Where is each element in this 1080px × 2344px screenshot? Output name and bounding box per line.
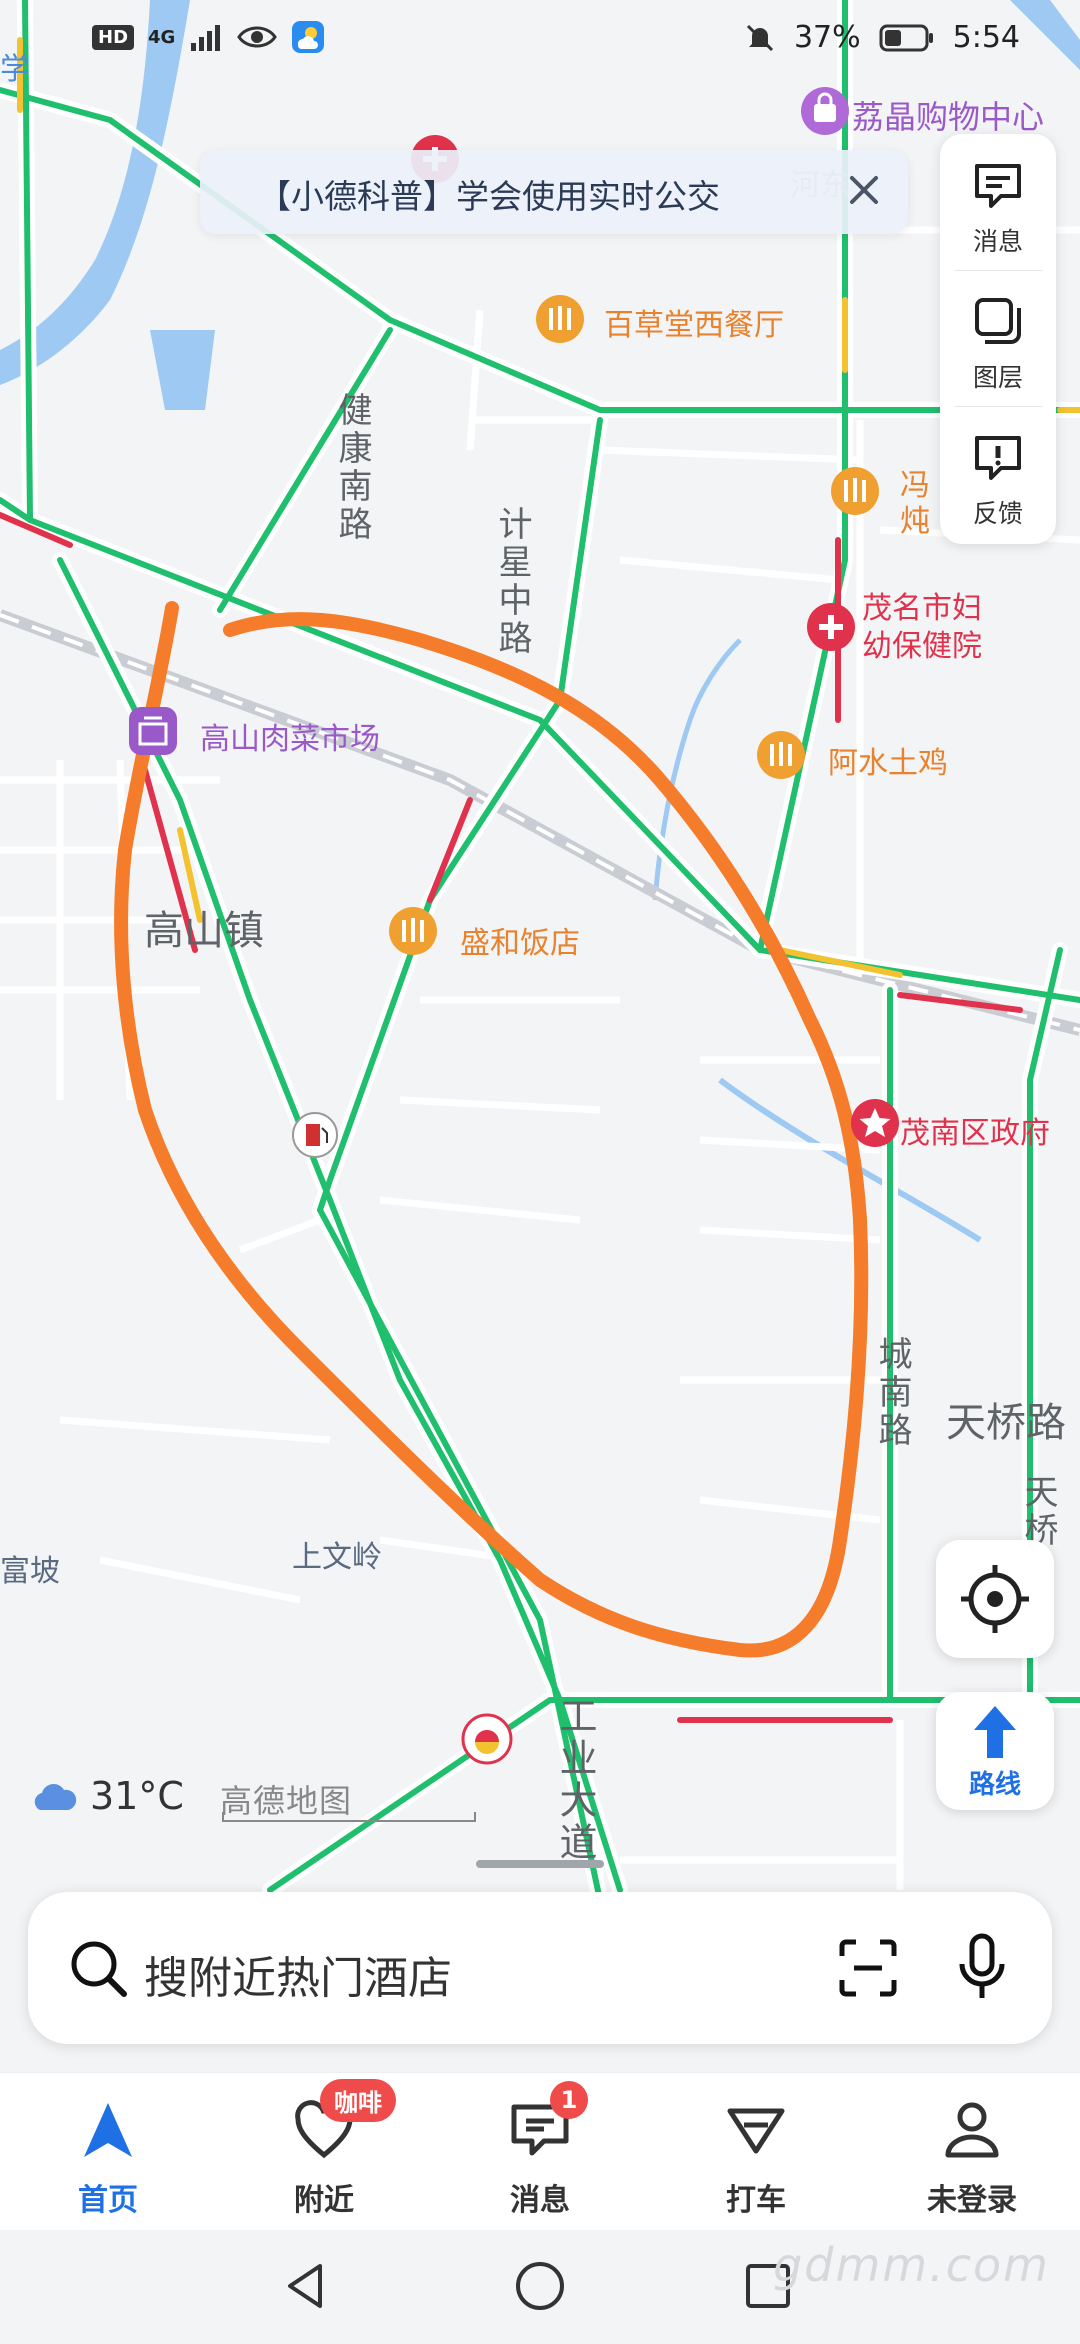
- weather-widget[interactable]: 31°C: [30, 1774, 184, 1818]
- feedback-tool-button[interactable]: 反馈: [940, 406, 1056, 536]
- restaurant-icon[interactable]: [533, 292, 587, 346]
- scale-bar: [222, 1812, 476, 1822]
- cloud-icon: [34, 1784, 77, 1810]
- messages-tool-label: 消息: [972, 227, 1023, 256]
- place-label-shangwenling: 上文岭: [292, 1540, 382, 1575]
- tab-home-label: 首页: [78, 2183, 138, 2218]
- hand-drawn-annotation: [114, 601, 869, 1658]
- crosshair-icon: [961, 1565, 1029, 1633]
- tab-nearby[interactable]: 咖啡 附近: [216, 2073, 432, 2231]
- home-navigation-icon: [84, 2103, 132, 2157]
- route-button[interactable]: 路线: [936, 1692, 1054, 1810]
- road-label-tianqiao: 天桥路: [946, 1400, 1066, 1446]
- mute-bell-icon: [746, 24, 773, 51]
- poi-label-stew-partial-2[interactable]: 炖: [900, 496, 930, 540]
- message-icon: [975, 164, 1021, 208]
- messages-badge: 1: [550, 2081, 588, 2119]
- weather-app-icon: [292, 21, 325, 53]
- restaurant-icon[interactable]: [754, 728, 808, 782]
- tab-profile[interactable]: 未登录: [864, 2073, 1080, 2231]
- nearby-badge: 咖啡: [320, 2079, 396, 2122]
- shopping-bag-icon[interactable]: [798, 84, 852, 138]
- layers-tool-label: 图层: [972, 363, 1023, 392]
- poi-label-mall[interactable]: 荔晶购物中心: [852, 92, 1044, 138]
- tab-nearby-label: 附近: [294, 2183, 354, 2218]
- tab-messages[interactable]: 1 消息: [432, 2073, 648, 2231]
- poi-label-chicken[interactable]: 阿水土鸡: [828, 738, 948, 782]
- tab-profile-label: 未登录: [927, 2183, 1017, 2218]
- restaurant-icon[interactable]: [828, 464, 882, 518]
- petrochina-icon[interactable]: [460, 1712, 514, 1766]
- search-icon: [71, 1941, 127, 1997]
- hospital-icon[interactable]: [804, 600, 858, 654]
- restaurant-icon[interactable]: [386, 904, 440, 958]
- notice-text[interactable]: 【小德科普】学会使用实时公交: [258, 170, 720, 218]
- messages-tool-button[interactable]: 消息: [940, 134, 1056, 264]
- battery-percent: 37%: [793, 20, 861, 55]
- road-label-tian-partial: 天桥: [1018, 1474, 1058, 1550]
- poi-label-government[interactable]: 茂南区政府: [900, 1108, 1050, 1152]
- network-type: 4G: [148, 26, 176, 48]
- layers-icon: [975, 298, 1021, 344]
- route-label: 路线: [968, 1770, 1021, 1800]
- feedback-icon: [975, 436, 1021, 480]
- close-icon[interactable]: [840, 166, 888, 214]
- notice-banner[interactable]: 【小德科普】学会使用实时公交: [200, 150, 908, 234]
- search-input[interactable]: 搜附近热门酒店: [144, 1942, 452, 2006]
- eye-icon: [237, 26, 278, 48]
- place-label-fupo-partial: 富坡: [0, 1554, 60, 1589]
- market-icon[interactable]: [126, 704, 180, 758]
- home-circle-icon[interactable]: [514, 2260, 566, 2312]
- tab-home[interactable]: 首页: [0, 2073, 216, 2231]
- user-icon: [945, 2102, 999, 2158]
- search-bar[interactable]: 搜附近热门酒店: [28, 1892, 1052, 2044]
- route-arrow-icon: [974, 1706, 1016, 1758]
- temperature: 31°C: [90, 1774, 184, 1818]
- battery-icon: [879, 24, 933, 51]
- place-label-gaoshan: 高山镇: [144, 908, 264, 954]
- watermark: gdmm.com: [773, 2238, 1050, 2292]
- tab-taxi-label: 打车: [726, 2183, 786, 2218]
- tab-messages-label: 消息: [510, 2183, 570, 2218]
- scan-icon[interactable]: [836, 1936, 900, 2000]
- clock: 5:54: [952, 20, 1020, 55]
- tab-taxi[interactable]: 打车: [648, 2073, 864, 2231]
- poi-label-western-restaurant[interactable]: 百草堂西餐厅: [604, 300, 784, 344]
- locate-button[interactable]: [936, 1540, 1054, 1658]
- road-label-jiankang: 健康南路: [332, 392, 372, 544]
- status-bar: HD 4G 37% 5:54: [0, 0, 1080, 88]
- layers-tool-button[interactable]: 图层: [940, 270, 1056, 400]
- road-label-chengnan: 城南路: [872, 1336, 912, 1450]
- bottom-nav: 首页 咖啡 附近 1 消息 打车 未登录: [0, 2072, 1080, 2231]
- poi-label-hospital[interactable]: 茂名市妇 幼保健院: [862, 590, 982, 666]
- poi-label-restaurant[interactable]: 盛和饭店: [460, 918, 580, 962]
- taxi-icon: [727, 2108, 785, 2154]
- poi-label-market[interactable]: 高山肉菜市场: [200, 714, 380, 758]
- back-icon[interactable]: [280, 2260, 332, 2312]
- road-label-industrial: 工业大道: [553, 1696, 597, 1864]
- drag-handle[interactable]: [476, 1860, 604, 1868]
- hd-badge: HD: [92, 24, 135, 50]
- pond: [150, 330, 215, 410]
- gas-station-icon[interactable]: [288, 1108, 342, 1162]
- map-tools-panel: 消息 图层 反馈: [940, 134, 1056, 544]
- government-star-icon[interactable]: [848, 1096, 902, 1150]
- road-label-jixing: 计星中路: [492, 506, 532, 658]
- signal-icon: [191, 25, 221, 51]
- microphone-icon[interactable]: [950, 1932, 1014, 2004]
- feedback-tool-label: 反馈: [972, 499, 1023, 528]
